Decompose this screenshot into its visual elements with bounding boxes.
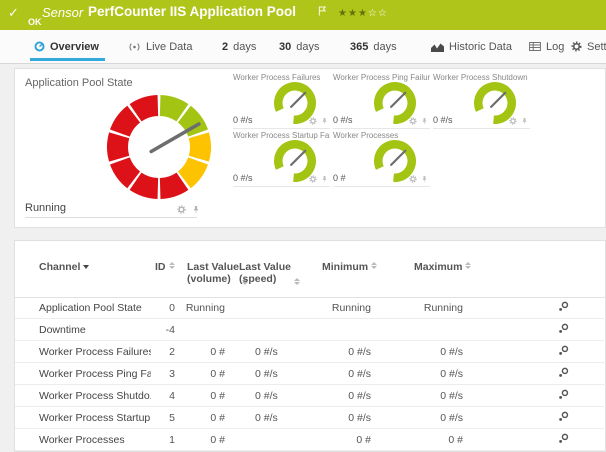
tab-settings[interactable]: Settings <box>571 30 606 63</box>
pin-icon[interactable] <box>521 117 528 125</box>
pin-icon[interactable] <box>421 117 428 125</box>
priority-flag-icon <box>318 3 327 21</box>
sort-arrows-icon <box>294 278 300 285</box>
star-filled-icon[interactable]: ★ <box>348 8 358 19</box>
mini-gauge-value: 0 #/s <box>333 115 353 125</box>
mini-gauge-worker-process-startup-failures: Worker Process Startup Failu... 0 #/s <box>233 131 330 187</box>
star-empty-icon[interactable]: ☆ <box>368 8 378 19</box>
status-check-icon: ✓ <box>8 5 19 21</box>
tab-30-days[interactable]: 30 days <box>279 30 320 63</box>
tab-30-days-suffix: days <box>296 41 319 53</box>
pin-icon[interactable] <box>421 175 428 183</box>
gear-icon[interactable] <box>309 175 317 183</box>
gear-icon[interactable] <box>509 117 517 125</box>
star-filled-icon[interactable]: ★ <box>358 8 368 19</box>
tab-settings-label: Settings <box>587 41 606 53</box>
mini-gauge-worker-process-ping-failures: Worker Process Ping Failures 0 #/s <box>333 73 430 129</box>
tab-live-data[interactable]: Live Data <box>128 30 192 63</box>
mini-gauge-worker-process-failures: Worker Process Failures 0 #/s <box>233 73 330 129</box>
tab-2-days-suffix: days <box>233 41 256 53</box>
overview-gauge-icon <box>34 41 45 52</box>
tab-live-data-label: Live Data <box>146 41 192 53</box>
gauge-settings-gear-icon[interactable] <box>177 205 186 214</box>
edit-channel-icon[interactable] <box>558 367 569 381</box>
channel-table-body: Application Pool State 0 Running Running… <box>15 297 606 451</box>
sort-arrows-icon <box>371 262 377 269</box>
active-tab-underline <box>30 58 105 61</box>
tab-historic-data[interactable]: Historic Data <box>431 30 512 63</box>
gear-icon[interactable] <box>409 175 417 183</box>
column-header-channel[interactable]: Channel <box>39 261 89 273</box>
gauge-pin-icon[interactable] <box>192 205 200 214</box>
tab-historic-label: Historic Data <box>449 41 512 53</box>
application-pool-state-gauge <box>103 91 215 203</box>
table-row[interactable]: Worker Process Failures 2 0 # 0 #/s 0 #/… <box>15 341 606 363</box>
edit-channel-icon[interactable] <box>558 345 569 359</box>
live-data-broadcast-icon <box>128 42 141 52</box>
edit-channel-icon[interactable] <box>558 323 569 337</box>
pin-icon[interactable] <box>321 175 328 183</box>
mini-gauge-worker-processes: Worker Processes 0 # <box>333 131 430 187</box>
table-row[interactable]: Worker Processes 1 0 # 0 # 0 # <box>15 429 606 451</box>
mini-gauge-value: 0 #/s <box>433 115 453 125</box>
star-empty-icon[interactable]: ☆ <box>378 8 388 19</box>
priority-stars[interactable]: ★★★☆☆ <box>338 3 388 21</box>
tab-30-days-number: 30 <box>279 41 291 53</box>
mini-gauge-worker-process-shutdown-failures: Worker Process Shutdown Fa... 0 #/s <box>433 73 530 129</box>
edit-channel-icon[interactable] <box>558 389 569 403</box>
main-gauge-status: Running <box>25 202 66 214</box>
column-header-minimum[interactable]: Minimum <box>322 261 377 273</box>
sort-arrows-icon <box>465 262 471 269</box>
edit-channel-icon[interactable] <box>558 411 569 425</box>
sensor-status-header: ✓ Sensor PerfCounter IIS Application Poo… <box>0 0 606 30</box>
gauge-footer-divider <box>25 217 197 218</box>
column-header-id[interactable]: ID <box>155 261 175 273</box>
sort-arrows-icon <box>169 262 175 269</box>
table-row[interactable]: Worker Process Startup... 5 0 # 0 #/s 0 … <box>15 407 606 429</box>
column-header-last-value-speed[interactable]: Last Value(speed) <box>239 261 300 285</box>
tab-365-days[interactable]: 365 days <box>350 30 397 63</box>
sensor-status-text: OK <box>28 17 42 27</box>
table-row[interactable]: Application Pool State 0 Running Running… <box>15 297 606 319</box>
historic-chart-icon <box>431 42 444 52</box>
star-filled-icon[interactable]: ★ <box>338 8 348 19</box>
tab-2-days-number: 2 <box>222 41 228 53</box>
table-row[interactable]: Downtime -4 <box>15 319 606 341</box>
channel-table-header: Channel ID Last Value(volume) Last Value… <box>15 241 606 298</box>
pin-icon[interactable] <box>321 117 328 125</box>
tab-bar: Overview Live Data 2 days 30 days 365 da… <box>0 30 606 64</box>
edit-channel-icon[interactable] <box>558 301 569 315</box>
channel-table-panel: Channel ID Last Value(volume) Last Value… <box>14 240 606 452</box>
gear-icon[interactable] <box>309 117 317 125</box>
tab-overview-label: Overview <box>50 41 99 53</box>
log-table-icon <box>529 42 541 51</box>
mini-gauge-value: 0 #/s <box>233 115 253 125</box>
tab-2-days[interactable]: 2 days <box>222 30 256 63</box>
edit-channel-icon[interactable] <box>558 433 569 447</box>
mini-gauge-value: 0 #/s <box>233 173 253 183</box>
tab-log[interactable]: Log <box>529 30 564 63</box>
tab-365-days-number: 365 <box>350 41 368 53</box>
tab-log-label: Log <box>546 41 564 53</box>
table-row[interactable]: Worker Process Shutdo... 4 0 # 0 #/s 0 #… <box>15 385 606 407</box>
gear-icon[interactable] <box>409 117 417 125</box>
mini-gauge-value: 0 # <box>333 173 346 183</box>
table-row[interactable]: Worker Process Ping Fa... 3 0 # 0 #/s 0 … <box>15 363 606 385</box>
main-gauge-title: Application Pool State <box>25 77 133 89</box>
tab-365-days-suffix: days <box>373 41 396 53</box>
tab-overview[interactable]: Overview <box>34 30 99 63</box>
settings-gear-icon <box>571 41 582 52</box>
column-header-maximum[interactable]: Maximum <box>414 261 471 273</box>
sort-caret-icon <box>83 265 89 269</box>
sensor-title: PerfCounter IIS Application Pool <box>88 4 296 19</box>
object-kind-label: Sensor <box>42 5 83 20</box>
overview-gauges-panel: Application Pool State Running Worker Pr… <box>14 68 606 228</box>
